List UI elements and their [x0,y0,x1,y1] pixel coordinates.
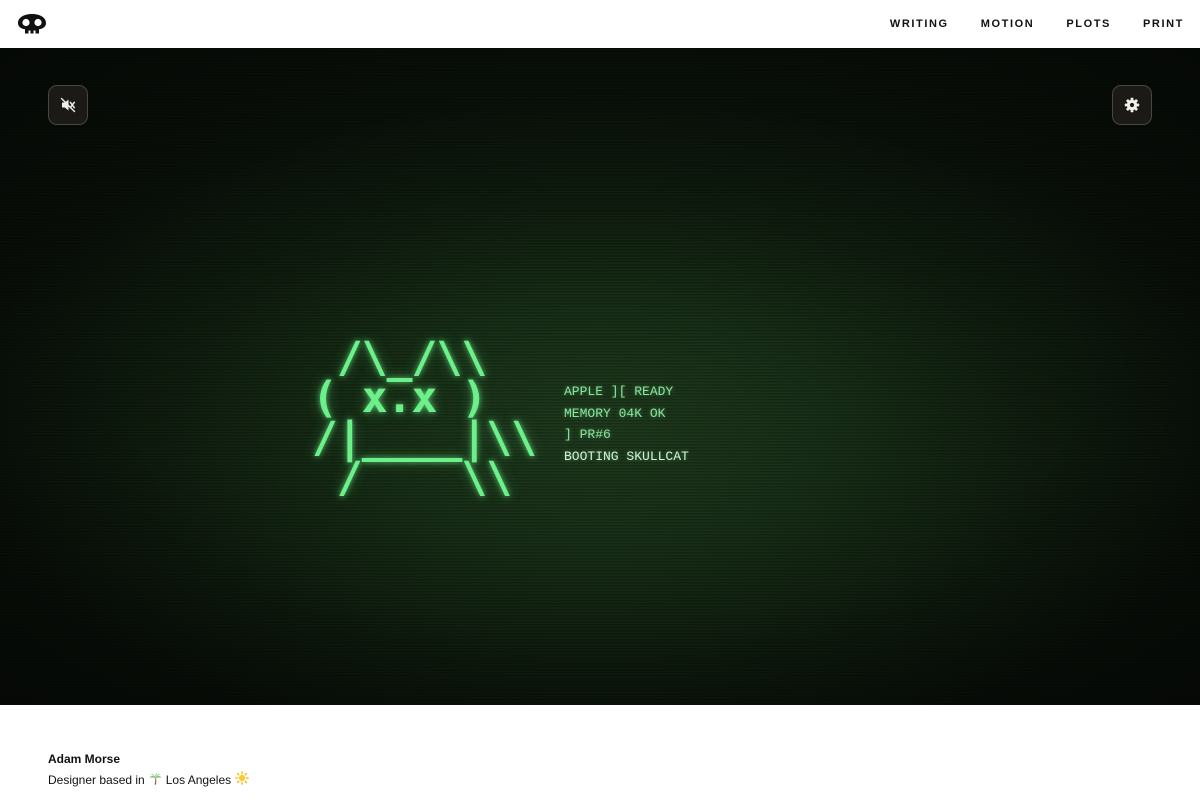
boot-line: ] PR#6 [564,427,611,443]
boot-log: APPLE ][ READY MEMORY 04K OK ] PR#6 BOOT… [564,381,689,468]
ascii-line: / \\ [312,453,512,503]
nav-link-writing[interactable]: WRITING [890,18,949,30]
palm-tree-icon [149,772,162,789]
boot-line: MEMORY 04K OK [564,405,666,421]
tagline-prefix: Designer based in [48,773,145,787]
gear-icon [1124,97,1140,113]
nav-link-motion[interactable]: MOTION [981,18,1035,30]
main-nav: WRITING MOTION PLOTS PRINT [858,18,1184,30]
boot-line: APPLE ][ READY [564,384,674,399]
ascii-skullcat-art: /\_/\\ ( x.x ) /|____|\\ / \\ [312,337,537,500]
skull-cat-logo-icon[interactable] [17,13,47,35]
nav-link-print[interactable]: PRINT [1143,18,1184,30]
crt-screen: /\_/\\ ( x.x ) /|____|\\ / \\ APPLE ][ R… [0,48,1200,705]
speaker-muted-icon [60,97,76,113]
mute-button[interactable] [48,85,88,125]
boot-line: BOOTING SKULLCAT [564,449,689,465]
author-tagline: Designer based in Los Angeles [48,771,253,789]
nav-link-plots[interactable]: PLOTS [1066,18,1111,30]
sun-icon [235,771,249,789]
author-bio: Adam Morse Designer based in Los Angeles [48,751,253,789]
settings-button[interactable] [1112,85,1152,125]
top-nav-bar: WRITING MOTION PLOTS PRINT [0,0,1200,48]
author-name: Adam Morse [48,752,121,766]
tagline-city: Los Angeles [165,773,232,787]
